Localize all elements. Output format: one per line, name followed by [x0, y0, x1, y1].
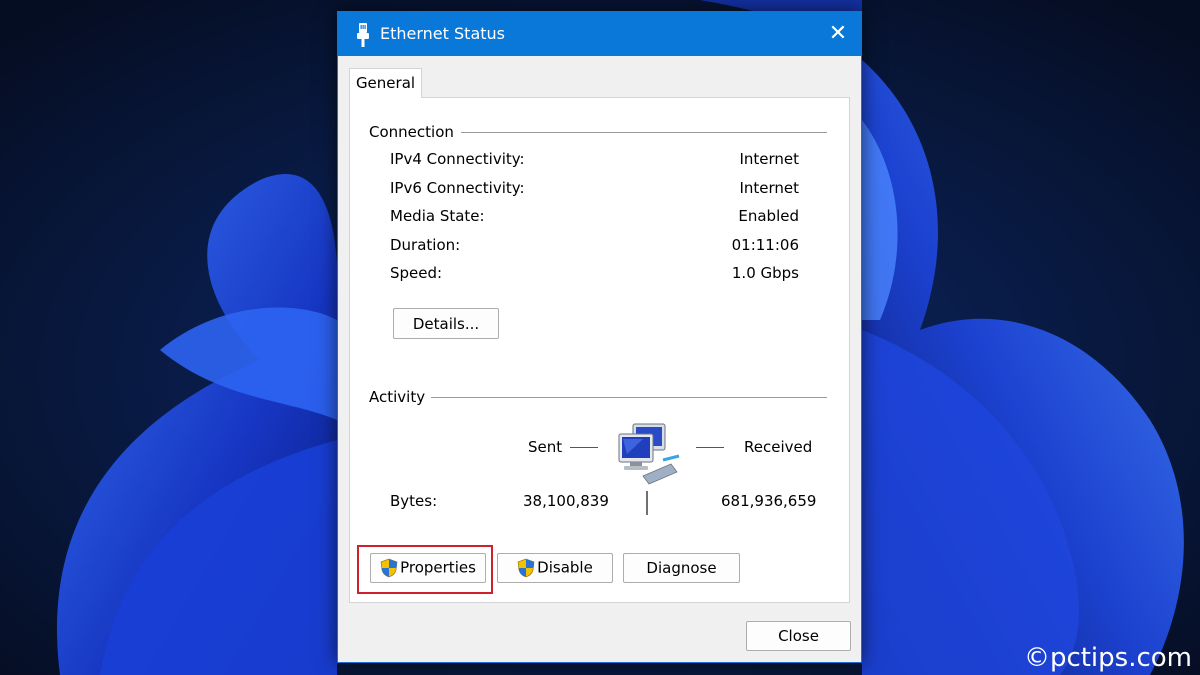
tab-general[interactable]: General	[349, 68, 422, 98]
ipv4-value: Internet	[739, 150, 799, 168]
title-bar[interactable]: Ethernet Status ✕	[338, 12, 861, 56]
ipv6-label: IPv6 Connectivity:	[390, 179, 525, 197]
activity-heading: Activity	[369, 388, 426, 406]
duration-label: Duration:	[390, 236, 461, 254]
watermark: ©pctips.com	[1023, 643, 1192, 673]
close-icon[interactable]: ✕	[815, 12, 861, 56]
duration-value: 01:11:06	[731, 236, 799, 254]
media-state-value: Enabled	[738, 207, 799, 225]
ethernet-plug-icon	[357, 23, 369, 47]
connection-heading: Connection	[369, 123, 454, 141]
sent-dash	[570, 447, 598, 448]
bytes-received-value: 681,936,659	[721, 492, 817, 510]
uac-shield-icon	[517, 558, 535, 578]
speed-label: Speed:	[390, 264, 443, 282]
diagnose-button[interactable]: Diagnose	[623, 553, 740, 583]
ipv4-label: IPv4 Connectivity:	[390, 150, 525, 168]
disable-label: Disable	[537, 558, 593, 577]
details-button[interactable]: Details...	[393, 308, 499, 339]
sent-label: Sent	[528, 438, 563, 456]
received-label: Received	[744, 438, 813, 456]
media-state-label: Media State:	[390, 207, 485, 225]
connection-divider	[461, 132, 827, 133]
received-dash	[696, 447, 724, 448]
bytes-separator	[646, 491, 648, 515]
properties-highlight-box	[357, 545, 493, 594]
disable-button[interactable]: Disable	[497, 553, 613, 583]
window-title: Ethernet Status	[380, 24, 505, 43]
bytes-sent-value: 38,100,839	[523, 492, 609, 510]
activity-divider	[431, 397, 827, 398]
close-button[interactable]: Close	[746, 621, 851, 651]
bytes-label: Bytes:	[390, 492, 438, 510]
speed-value: 1.0 Gbps	[731, 264, 799, 282]
ipv6-value: Internet	[739, 179, 799, 197]
network-computers-icon	[618, 423, 680, 485]
general-panel: Connection IPv4 Connectivity: Internet I…	[349, 97, 850, 603]
